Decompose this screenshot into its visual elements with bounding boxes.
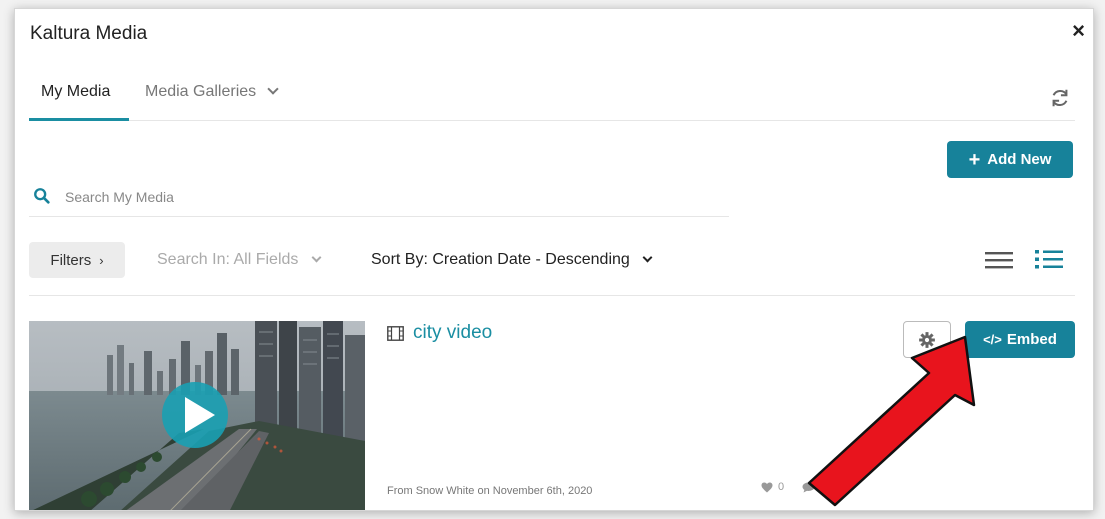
film-icon [387, 325, 404, 341]
comments-count: 0 [820, 481, 827, 493]
code-icon: </> [983, 332, 1002, 347]
detail-view-icon[interactable] [1035, 249, 1063, 269]
gear-icon [919, 331, 935, 348]
dialog-title: Kaltura Media [30, 23, 148, 44]
tab-bar: My Media Media Galleries [29, 75, 1075, 121]
media-thumbnail[interactable] [29, 321, 365, 510]
sort-by-label: Sort By: Creation Date - Descending [371, 251, 630, 268]
refresh-icon[interactable] [1049, 87, 1071, 109]
divider [29, 295, 1075, 296]
media-title: city video [413, 322, 493, 343]
chevron-down-icon [642, 252, 653, 263]
search-icon [34, 188, 50, 204]
sort-by-dropdown[interactable]: Sort By: Creation Date - Descending [371, 251, 653, 269]
search-input[interactable] [65, 183, 665, 211]
chevron-down-icon [311, 252, 322, 263]
list-view-icon[interactable] [985, 251, 1013, 269]
tab-media-galleries[interactable]: Media Galleries [145, 83, 279, 121]
add-new-button[interactable]: + Add New [947, 141, 1073, 178]
tab-label: My Media [41, 83, 111, 100]
filters-label: Filters [50, 251, 92, 269]
media-meta: From Snow White on November 6th, 2020 [387, 485, 593, 497]
kaltura-media-dialog: Kaltura Media × My Media Media Galleries… [14, 8, 1094, 511]
embed-label: Embed [1006, 331, 1057, 348]
media-stats: 0 0 [761, 481, 844, 493]
plus-icon: + [968, 148, 981, 171]
settings-button[interactable] [903, 321, 951, 358]
tab-label: Media Galleries [145, 83, 257, 100]
likes-count: 0 [778, 481, 785, 493]
comment-icon [802, 482, 815, 492]
search-bar [29, 179, 729, 217]
embed-button[interactable]: </> Embed [965, 321, 1075, 358]
add-new-label: Add New [987, 151, 1052, 168]
likes-stat: 0 [761, 481, 784, 493]
chevron-right-icon: › [99, 252, 104, 268]
tab-my-media[interactable]: My Media [29, 83, 129, 121]
filters-button[interactable]: Filters › [29, 242, 125, 278]
heart-icon [761, 482, 773, 492]
chevron-down-icon [266, 83, 279, 95]
media-title-link[interactable]: city video [387, 322, 492, 344]
search-in-dropdown[interactable]: Search In: All Fields [157, 251, 322, 269]
search-in-label: Search In: All Fields [157, 251, 299, 268]
comments-stat: 0 [802, 481, 826, 493]
thumbnail-image [29, 321, 365, 510]
close-icon[interactable]: × [1072, 20, 1085, 42]
